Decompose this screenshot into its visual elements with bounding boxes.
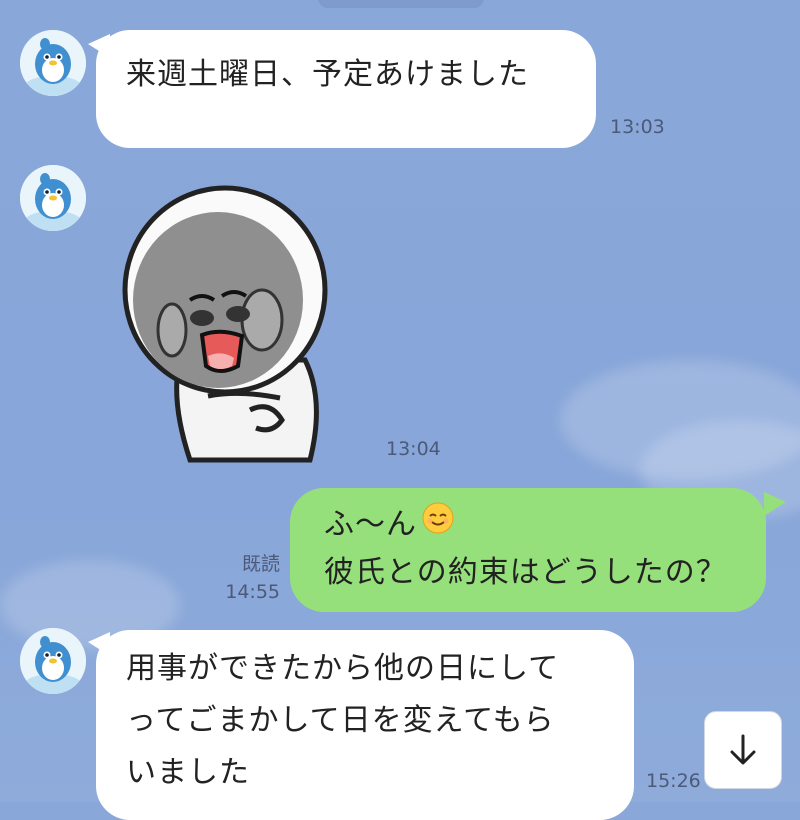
penguin-avatar-icon [20,30,86,96]
message-text: 彼氏との約束はどうしたの？ [324,555,727,590]
message-text: ってごまかして日を変えてもら [126,703,555,738]
message-bubble[interactable]: ふ〜ん 彼氏との約束はどうしたの？ [290,488,766,612]
top-date-pill [318,0,484,8]
sticker[interactable] [110,170,370,470]
message-bubble[interactable]: 用事ができたから他の日にして ってごまかして日を変えてもら いました [96,630,634,820]
message-time: 14:55 [225,581,280,603]
avatar[interactable] [20,165,86,231]
message-time: 13:04 [386,438,441,460]
message-bubble[interactable]: 来週土曜日、予定あけました [96,30,596,148]
avatar[interactable] [20,628,86,694]
penguin-avatar-icon [20,628,86,694]
read-label: 既読 [241,553,280,575]
read-receipt: 既読 14:55 [214,550,280,606]
moon-sticker-sad-icon [122,185,328,463]
message-line: ふ〜ん [324,500,455,551]
avatar[interactable] [20,30,86,96]
penguin-avatar-icon [20,165,86,231]
relieved-face-emoji-icon [421,501,455,551]
message-text: 用事ができたから他の日にして [126,651,560,686]
message-time: 13:03 [610,116,665,138]
message-text: ふ〜ん [324,507,417,542]
message-time: 15:26 [646,770,701,792]
message-text: 来週土曜日、予定あけました [126,57,529,92]
arrow-down-icon [730,734,756,765]
message-text: いました [126,755,250,790]
bubble-tail [764,492,786,516]
scroll-to-bottom-button[interactable] [704,711,782,789]
